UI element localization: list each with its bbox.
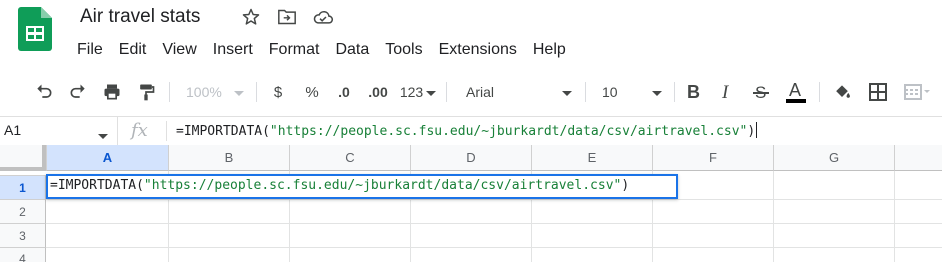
more-formats-label: 123: [399, 84, 424, 100]
toolbar: 100% $ % .0 .00 123 Arial 10 B I S A: [0, 72, 942, 112]
document-title[interactable]: Air travel stats: [80, 6, 200, 28]
spreadsheet-grid: A B C D E F G 1 2 3 4 =IMPORTDATA("https…: [0, 145, 942, 262]
menu-data[interactable]: Data: [327, 41, 377, 59]
italic-icon[interactable]: I: [716, 80, 738, 104]
row-header-1[interactable]: 1: [0, 175, 46, 199]
cell-formula-close-paren: ): [621, 178, 630, 193]
chevron-down-icon: [652, 84, 662, 100]
menu-view[interactable]: View: [154, 41, 204, 59]
text-caret: [756, 122, 758, 138]
move-to-folder-icon[interactable]: [275, 7, 299, 27]
menu-insert[interactable]: Insert: [205, 41, 261, 59]
select-all-corner[interactable]: [0, 145, 46, 171]
currency-button[interactable]: $: [268, 80, 288, 104]
name-box[interactable]: A1: [0, 117, 118, 145]
font-family-select[interactable]: Arial: [458, 80, 576, 104]
currency-label: $: [273, 83, 283, 101]
column-header-a[interactable]: A: [46, 145, 168, 171]
cell-formula-open-paren: (: [136, 178, 144, 193]
font-family-value: Arial: [466, 84, 495, 100]
chevron-down-icon: [426, 84, 437, 100]
cell-a1-editor[interactable]: =IMPORTDATA("https://people.sc.fsu.edu/~…: [46, 174, 678, 199]
percent-label: %: [305, 83, 319, 101]
print-icon[interactable]: [100, 80, 124, 104]
sheets-logo[interactable]: [18, 7, 52, 51]
formula-open-paren: (: [262, 124, 270, 139]
fill-color-icon[interactable]: [830, 80, 854, 104]
formula-bar: A1 fx =IMPORTDATA("https://people.sc.fsu…: [0, 116, 942, 145]
column-header-h[interactable]: [894, 145, 942, 171]
increase-decimal-label: .00: [368, 84, 388, 100]
percent-button[interactable]: %: [302, 80, 322, 104]
bold-icon[interactable]: B: [683, 80, 705, 104]
increase-decimal-button[interactable]: .00: [364, 80, 392, 104]
borders-icon[interactable]: [866, 80, 890, 104]
redo-icon[interactable]: [66, 80, 90, 104]
merge-cells-icon[interactable]: [902, 80, 932, 104]
decrease-decimal-label: .0: [338, 84, 350, 100]
column-header-e[interactable]: E: [531, 145, 652, 171]
chevron-down-icon: [562, 84, 572, 100]
strikethrough-icon[interactable]: S: [750, 80, 772, 104]
star-icon[interactable]: [239, 7, 263, 27]
formula-input[interactable]: =IMPORTDATA("https://people.sc.fsu.edu/~…: [176, 122, 758, 139]
decrease-decimal-button[interactable]: .0: [332, 80, 356, 104]
menu-extensions[interactable]: Extensions: [431, 41, 525, 59]
column-header-d[interactable]: D: [410, 145, 531, 171]
formula-close-paren: ): [747, 124, 756, 139]
menu-tools[interactable]: Tools: [377, 41, 430, 59]
menu-file[interactable]: File: [69, 41, 111, 59]
column-header-g[interactable]: G: [773, 145, 894, 171]
formula-string: "https://people.sc.fsu.edu/~jburkardt/da…: [269, 124, 748, 139]
column-header-f[interactable]: F: [652, 145, 773, 171]
svg-text:I: I: [721, 82, 730, 102]
cell-formula-string: "https://people.sc.fsu.edu/~jburkardt/da…: [143, 178, 622, 193]
cell-reference: A1: [4, 122, 22, 138]
svg-text:B: B: [687, 82, 700, 102]
undo-icon[interactable]: [32, 80, 56, 104]
formula-function: =IMPORTDATA: [176, 124, 263, 139]
zoom-select[interactable]: 100%: [180, 80, 250, 104]
font-size-select[interactable]: 10: [594, 80, 666, 104]
text-color-icon[interactable]: A: [784, 80, 808, 104]
menu-edit[interactable]: Edit: [111, 41, 155, 59]
column-header-c[interactable]: C: [289, 145, 410, 171]
chevron-down-icon: [233, 84, 244, 101]
menu-bar: File Edit View Insert Format Data Tools …: [69, 39, 574, 61]
row-header-4[interactable]: 4: [0, 247, 46, 262]
chevron-down-icon: [98, 127, 108, 145]
paint-format-icon[interactable]: [134, 80, 158, 104]
fx-icon: fx: [131, 120, 148, 141]
menu-format[interactable]: Format: [261, 41, 328, 59]
font-size-value: 10: [602, 84, 618, 100]
cell-formula-function: =IMPORTDATA: [50, 178, 137, 193]
more-formats-button[interactable]: 123: [398, 80, 438, 104]
zoom-value: 100%: [186, 84, 222, 100]
cloud-status-icon[interactable]: [311, 7, 335, 27]
column-header-b[interactable]: B: [168, 145, 289, 171]
row-header-3[interactable]: 3: [0, 223, 46, 247]
row-header-2[interactable]: 2: [0, 199, 46, 223]
menu-help[interactable]: Help: [525, 41, 574, 59]
svg-text:A: A: [789, 80, 801, 100]
